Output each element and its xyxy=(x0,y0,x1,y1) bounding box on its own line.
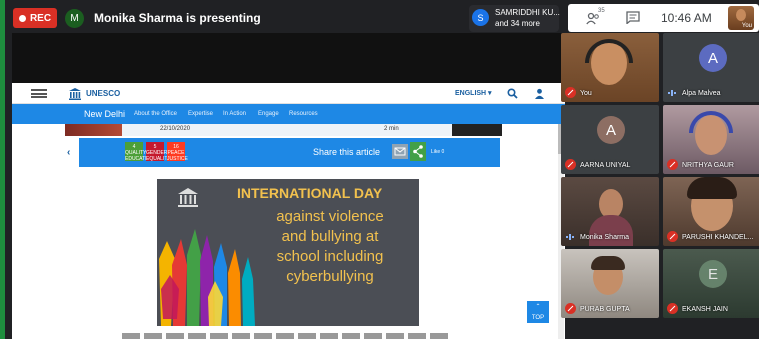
email-share-button[interactable] xyxy=(392,144,408,159)
banner-line: against violence xyxy=(276,208,384,225)
participant-tile-nrithya[interactable]: NRITHYA GAUR xyxy=(663,105,759,174)
user-icon[interactable] xyxy=(534,88,545,99)
mic-off-icon xyxy=(565,303,576,314)
banner-line: cyberbullying xyxy=(286,268,374,285)
article-image-strip-right xyxy=(452,124,502,136)
record-dot-icon xyxy=(18,14,26,22)
share-bar: 4 QUALITY EDUCATION 5 GENDER EQUALITY 16… xyxy=(79,138,500,167)
nav-item-about[interactable]: About the Office xyxy=(134,111,177,117)
screen-root: REC M Monika Sharma is presenting S SAMR… xyxy=(0,0,759,339)
participant-name: Monika Sharma xyxy=(580,234,630,241)
participant-name: AARNA UNIYAL xyxy=(580,162,631,169)
chevron-left-icon[interactable]: ‹ xyxy=(67,147,70,158)
participant-name: PURAB GUPTA xyxy=(580,306,630,313)
share-label: Share this article xyxy=(313,147,381,157)
mic-off-icon xyxy=(667,159,678,170)
self-face xyxy=(736,9,746,21)
participant-tile-aarna[interactable]: A AARNA UNIYAL xyxy=(561,105,659,174)
speaking-indicator-icon xyxy=(566,234,574,240)
participant-tile-purab[interactable]: PURAB GUPTA xyxy=(561,249,659,318)
article-date: 22/10/2020 xyxy=(160,126,191,132)
participant-avatar: A xyxy=(699,44,727,72)
nav-item-expertise[interactable]: Expertise xyxy=(188,111,213,117)
article-banner-image: INTERNATIONAL DAY against violence and b… xyxy=(157,179,419,326)
clock: 10:46 AM xyxy=(661,11,712,25)
chat-icon[interactable] xyxy=(626,11,640,24)
article-body-text xyxy=(122,333,452,339)
recording-badge: REC xyxy=(13,8,57,28)
chevron-up-icon: ⌃ xyxy=(535,304,541,310)
participant-name: Alpa Malvea xyxy=(682,90,721,97)
participant-name: EKANSH JAIN xyxy=(682,306,728,313)
mail-icon xyxy=(394,147,406,156)
article-image-strip xyxy=(65,124,122,136)
participant-name: NRITHYA GAUR xyxy=(682,162,734,169)
participant-tile-parushi[interactable]: PARUSHI KHANDEL... xyxy=(663,177,759,246)
banner-body: against violence and bullying at school … xyxy=(245,207,415,287)
headphones-icon xyxy=(689,111,733,133)
hamburger-menu-icon[interactable] xyxy=(31,89,47,98)
participant-tile-you[interactable]: You xyxy=(561,33,659,102)
self-view-label: You xyxy=(741,23,752,29)
nav-title[interactable]: New Delhi xyxy=(84,109,125,119)
others-avatar: S xyxy=(472,9,489,26)
participant-avatar: E xyxy=(699,260,727,288)
presenter-avatar: M xyxy=(65,9,84,28)
site-name: UNESCO xyxy=(86,89,121,98)
participant-tile-alpa[interactable]: A Alpa Malvea xyxy=(663,33,759,102)
self-view-thumbnail[interactable]: You xyxy=(728,6,754,30)
search-icon[interactable] xyxy=(507,88,518,99)
others-name: SAMRIDDHI KU... xyxy=(495,8,560,17)
site-header: UNESCO ENGLISH ▾ xyxy=(12,83,565,104)
participant-hair xyxy=(591,256,625,270)
like-button[interactable]: Like 0 xyxy=(431,149,444,155)
back-to-top-button[interactable]: ⌃ TOP xyxy=(527,301,549,323)
headphones-icon xyxy=(585,39,633,63)
banner-heading: INTERNATIONAL DAY xyxy=(237,185,383,201)
sdg-badge-4[interactable]: 4 QUALITY EDUCATION xyxy=(125,142,154,162)
back-to-top-label: TOP xyxy=(531,315,545,321)
meeting-toolbar: 35 10:46 AM You xyxy=(568,4,759,32)
read-time: 2 min xyxy=(384,126,399,132)
language-selector[interactable]: ENGLISH ▾ xyxy=(455,89,492,97)
share-button[interactable] xyxy=(410,142,426,161)
unesco-logo-icon xyxy=(69,88,81,100)
shared-screen-top-area xyxy=(12,33,565,83)
participant-body xyxy=(589,215,633,246)
shared-screen: UNESCO ENGLISH ▾ New Delhi About the Off… xyxy=(12,83,565,339)
banner-line: school including xyxy=(276,248,384,265)
mic-off-icon xyxy=(667,231,678,242)
sdg-badge-16[interactable]: 16 PEACE JUSTICE xyxy=(167,142,188,162)
nav-item-resources[interactable]: Resources xyxy=(289,111,318,117)
nav-item-engage[interactable]: Engage xyxy=(258,111,279,117)
others-count: and 34 more xyxy=(495,19,540,28)
share-icon xyxy=(413,145,423,158)
mic-off-icon xyxy=(667,303,678,314)
speaking-indicator-icon xyxy=(668,90,676,96)
banner-line: and bullying at xyxy=(281,228,379,245)
sdg-badge-5[interactable]: 5 GENDER EQUALITY xyxy=(146,142,171,162)
participant-tile-monika[interactable]: Monika Sharma xyxy=(561,177,659,246)
site-nav: New Delhi About the Office Expertise In … xyxy=(12,104,565,124)
presenter-status: Monika Sharma is presenting xyxy=(94,11,261,25)
article-meta: 22/10/2020 2 min xyxy=(122,124,452,136)
meet-window: REC M Monika Sharma is presenting S SAMR… xyxy=(5,0,759,339)
mic-off-icon xyxy=(565,159,576,170)
nav-item-in-action[interactable]: In Action xyxy=(223,111,246,117)
participant-tile-ekansh[interactable]: E EKANSH JAIN xyxy=(663,249,759,318)
participant-avatar: A xyxy=(597,116,625,144)
pencils-illustration xyxy=(159,229,255,326)
participant-name: PARUSHI KHANDEL... xyxy=(682,234,754,241)
mic-off-icon xyxy=(565,87,576,98)
people-count: 35 xyxy=(598,8,605,14)
other-participants-chip[interactable]: S SAMRIDDHI KU... and 34 more xyxy=(469,5,560,32)
recording-label: REC xyxy=(29,12,52,24)
participant-name: You xyxy=(580,90,592,97)
participant-hair xyxy=(687,177,737,199)
